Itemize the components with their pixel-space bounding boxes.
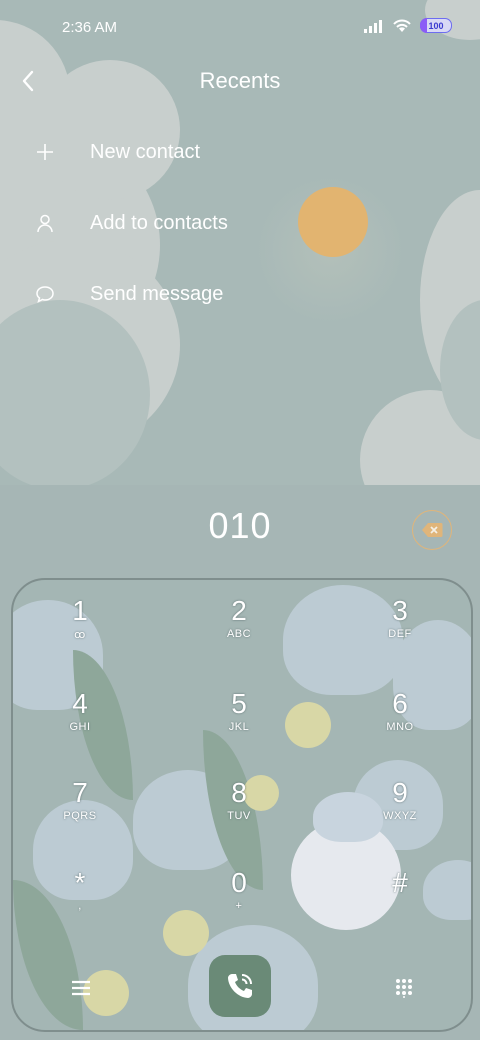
dialed-number: 010 (208, 505, 272, 546)
status-icons: 100 (364, 18, 452, 33)
status-time: 2:36 AM (62, 19, 118, 36)
key-letters: TUV (227, 810, 251, 822)
key-digit: 5 (231, 688, 247, 719)
key-2[interactable]: 2 ABC (184, 596, 294, 666)
key-letters: , (78, 900, 82, 912)
key-letters: GHI (69, 721, 91, 733)
send-message-label: Send message (90, 282, 224, 305)
key-digit: 7 (72, 777, 88, 808)
key-digit: 2 (231, 595, 247, 626)
wifi-icon (393, 19, 411, 32)
key-4[interactable]: 4 GHI (25, 689, 135, 759)
add-to-contacts-label: Add to contacts (90, 211, 228, 234)
key-letters: DEF (388, 628, 412, 640)
key-digit: 4 (72, 688, 88, 719)
key-letters: WXYZ (383, 810, 417, 822)
key-star[interactable]: * , (25, 868, 135, 938)
key-7[interactable]: 7 PQRS (25, 778, 135, 848)
delete-button[interactable] (412, 510, 452, 550)
key-letters: JKL (228, 721, 250, 733)
key-letters: + (235, 900, 243, 912)
dialpad-grid-icon (396, 979, 412, 998)
send-message-item[interactable]: Send message (0, 264, 480, 324)
key-3[interactable]: 3 DEF (345, 596, 455, 666)
voicemail-icon: ꝏ (74, 629, 86, 641)
key-letters: PQRS (63, 810, 97, 822)
page-title: Recents (199, 68, 281, 93)
signal-icon (364, 19, 382, 33)
key-hash[interactable]: # (345, 868, 455, 938)
chat-bubble-icon (32, 281, 58, 307)
key-digit: # (392, 867, 408, 898)
menu-button[interactable] (66, 974, 96, 1002)
key-6[interactable]: 6 MNO (345, 689, 455, 759)
hamburger-menu-icon (72, 980, 90, 996)
call-button[interactable] (209, 955, 271, 1017)
key-5[interactable]: 5 JKL (184, 689, 294, 759)
key-1[interactable]: 1 ꝏ (25, 596, 135, 666)
key-letters: MNO (386, 721, 414, 733)
key-digit: * (74, 867, 86, 898)
key-8[interactable]: 8 TUV (184, 778, 294, 848)
key-letters: ABC (226, 628, 252, 640)
new-contact-item[interactable]: New contact (0, 122, 480, 182)
key-digit: 8 (231, 777, 247, 808)
battery-icon: 100 (420, 18, 452, 33)
key-digit: 9 (392, 777, 408, 808)
phone-call-icon (228, 974, 252, 998)
person-icon (32, 210, 58, 236)
backspace-icon (422, 523, 443, 537)
new-contact-label: New contact (90, 140, 201, 163)
dialer-action-bar (11, 950, 469, 1025)
key-digit: 6 (392, 688, 408, 719)
plus-icon (32, 139, 58, 165)
add-to-contacts-item[interactable]: Add to contacts (0, 193, 480, 253)
key-0[interactable]: 0 + (184, 868, 294, 938)
key-digit: 0 (231, 867, 247, 898)
key-digit: 1 (72, 595, 88, 626)
dialpad-toggle-button[interactable] (389, 974, 419, 1002)
status-bar: 2:36 AM 100 (0, 0, 480, 56)
battery-level: 100 (428, 20, 444, 31)
key-9[interactable]: 9 WXYZ (345, 778, 455, 848)
key-digit: 3 (392, 595, 408, 626)
